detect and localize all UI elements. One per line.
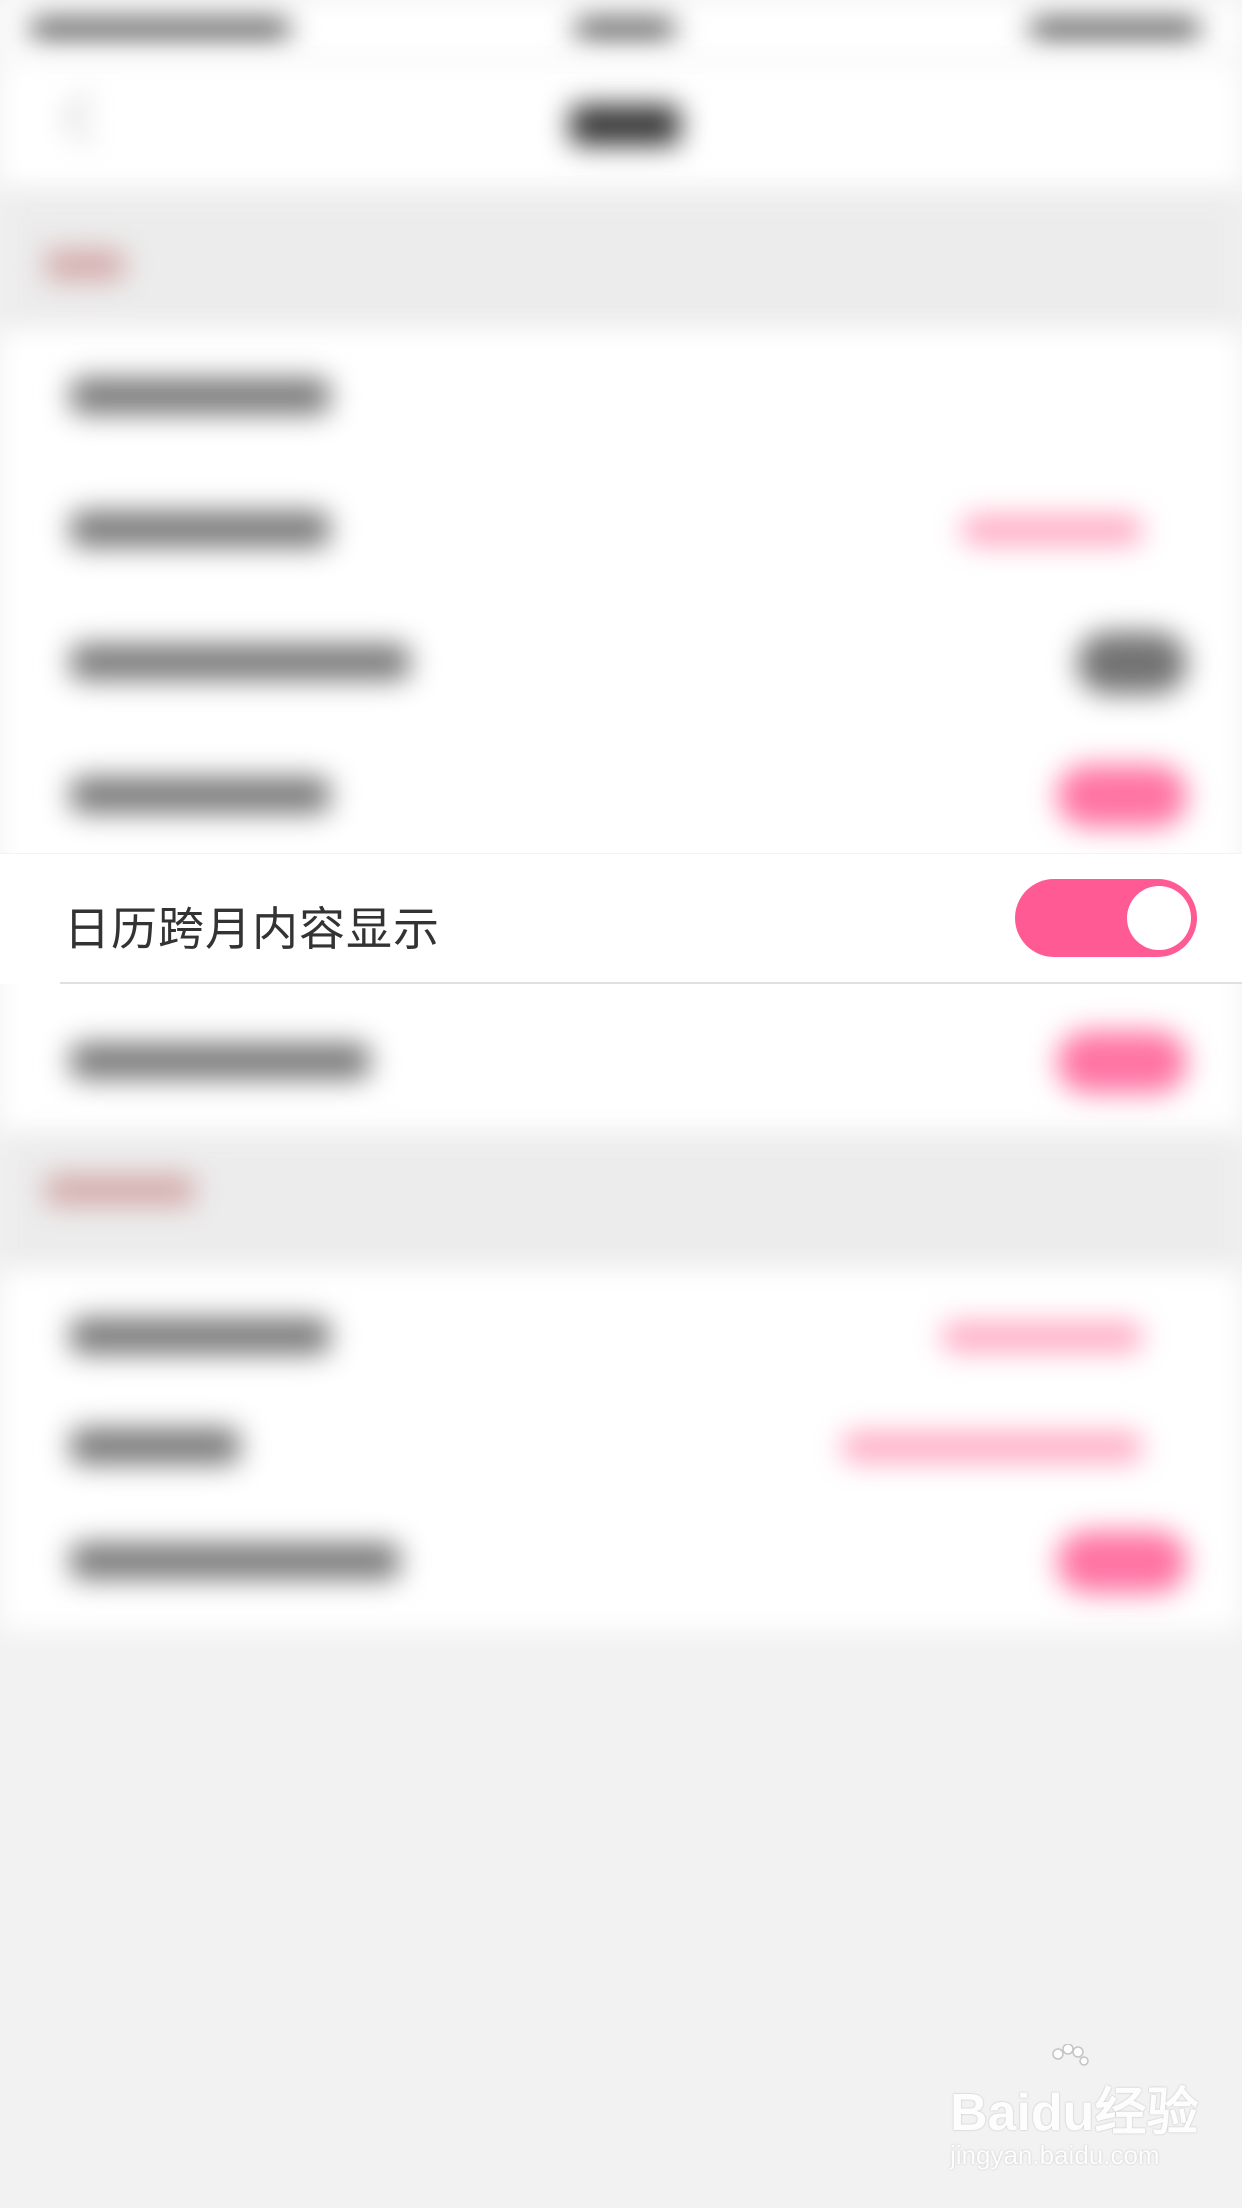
settings-row-value xyxy=(962,515,1142,545)
status-carrier xyxy=(30,20,290,38)
section-header-2 xyxy=(0,1135,1242,1275)
settings-row-value xyxy=(842,1432,1142,1462)
row-divider-top xyxy=(0,853,1242,854)
settings-row-value xyxy=(942,1322,1142,1352)
settings-row-label xyxy=(70,644,410,680)
settings-row[interactable] xyxy=(0,463,1242,596)
row-divider xyxy=(60,982,1242,984)
settings-row[interactable] xyxy=(0,596,1242,729)
calendar-cross-month-toggle[interactable] xyxy=(1015,879,1197,957)
settings-row[interactable] xyxy=(0,330,1242,463)
settings-row-label xyxy=(70,511,330,547)
settings-row[interactable] xyxy=(0,1495,1242,1628)
settings-row-label xyxy=(70,1043,370,1079)
section-header-label xyxy=(45,250,125,280)
settings-row-label xyxy=(70,378,330,414)
status-bar xyxy=(0,0,1242,60)
calendar-cross-month-label: 日历跨月内容显示 xyxy=(64,902,440,956)
baidu-watermark: Baidu经验 jingyan.baidu.com xyxy=(950,2044,1210,2180)
settings-row-toggle[interactable] xyxy=(1057,1031,1187,1093)
back-icon[interactable] xyxy=(62,92,114,144)
status-time xyxy=(575,20,675,38)
settings-row-label xyxy=(70,1543,400,1579)
settings-row-toggle[interactable] xyxy=(1057,1531,1187,1593)
settings-row-label xyxy=(70,1318,330,1354)
settings-row-label xyxy=(70,1428,240,1464)
settings-row[interactable] xyxy=(0,1380,1242,1513)
nav-bar xyxy=(0,60,1242,190)
settings-row-label xyxy=(70,777,330,813)
nav-title xyxy=(570,105,680,145)
settings-row-control[interactable] xyxy=(1077,632,1187,694)
status-battery-icon xyxy=(1030,20,1200,38)
baidu-paw-icon xyxy=(1052,2044,1089,2066)
section-header-1 xyxy=(0,195,1242,335)
calendar-cross-month-row[interactable]: 日历跨月内容显示 xyxy=(0,853,1242,984)
settings-group-2 xyxy=(0,1270,1242,1630)
toggle-knob[interactable] xyxy=(1127,886,1191,950)
settings-group-1 xyxy=(0,330,1242,1140)
settings-row[interactable] xyxy=(0,995,1242,1128)
watermark-main-text: Baidu经验 xyxy=(950,2084,1199,2142)
watermark-sub-text: jingyan.baidu.com xyxy=(950,2140,1160,2170)
settings-row[interactable] xyxy=(0,729,1242,862)
section-header-label xyxy=(45,1175,195,1205)
settings-row-toggle[interactable] xyxy=(1057,765,1187,827)
